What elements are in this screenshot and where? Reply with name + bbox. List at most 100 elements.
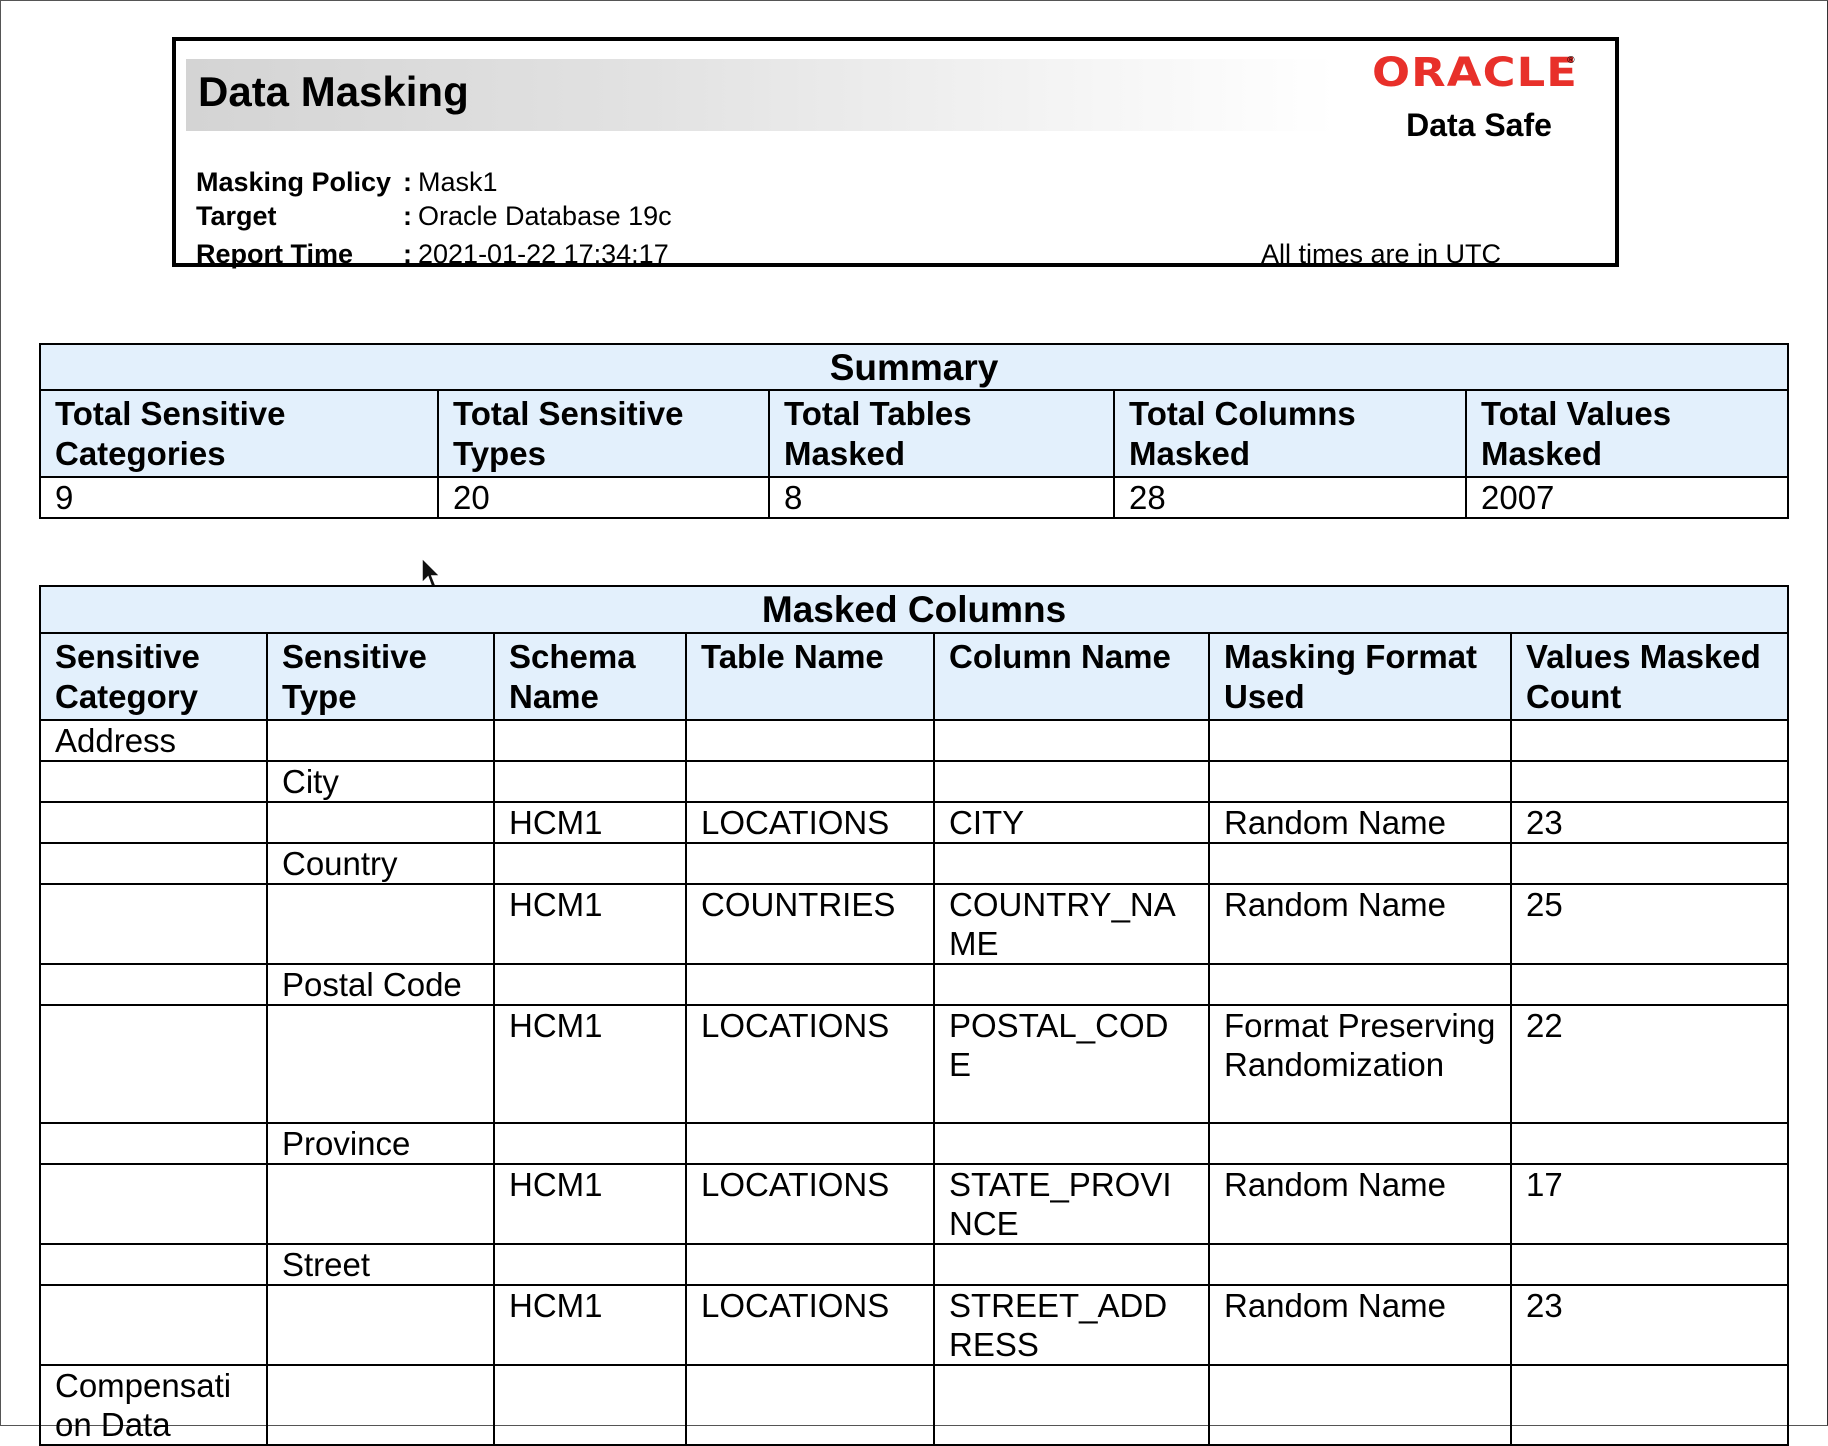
summary-value: 28 <box>1113 476 1467 519</box>
table-cell <box>266 1163 495 1245</box>
table-cell <box>266 883 495 965</box>
meta-separator: : <box>403 167 412 197</box>
table-cell <box>266 801 495 844</box>
table-cell <box>1208 1122 1512 1165</box>
table-cell: Country <box>266 842 495 885</box>
table-cell: 25 <box>1509 883 1790 965</box>
masked-columns-caption: Masked Columns <box>38 585 1790 634</box>
table-cell: Random Name <box>1208 1163 1512 1245</box>
table-cell <box>493 1243 687 1286</box>
table-cell <box>685 719 935 762</box>
table-cell: HCM1 <box>493 1284 687 1366</box>
table-cell <box>1509 719 1790 762</box>
table-row: Postal Code <box>39 963 1790 1006</box>
column-header: Sensitive Type <box>266 632 495 721</box>
table-row: City <box>39 760 1790 803</box>
table-cell: COUNTRIES <box>685 883 935 965</box>
table-cell <box>933 760 1210 803</box>
oracle-wordmark: ORACLE <box>1372 50 1579 96</box>
table-cell <box>933 963 1210 1006</box>
table-cell: Postal Code <box>266 963 495 1006</box>
table-cell <box>266 1004 495 1124</box>
table-cell: 22 <box>1509 1004 1790 1124</box>
table-cell <box>39 1163 268 1245</box>
table-cell: City <box>266 760 495 803</box>
meta-label: Target <box>196 201 277 231</box>
summary-value: 8 <box>768 476 1115 519</box>
table-cell: Random Name <box>1208 1284 1512 1366</box>
meta-value: 2021-01-22 17:34:17 <box>418 239 669 269</box>
oracle-logo: ORACLE® Data Safe <box>1359 53 1599 141</box>
table-cell: 23 <box>1509 1284 1790 1366</box>
table-cell: Random Name <box>1208 883 1512 965</box>
summary-value: 9 <box>39 476 439 519</box>
table-cell <box>493 842 687 885</box>
table-cell: HCM1 <box>493 1163 687 1245</box>
table-cell <box>39 842 268 885</box>
table-cell <box>685 760 935 803</box>
table-cell: COUNTRY_NA ME <box>933 883 1210 965</box>
table-cell <box>933 1364 1210 1446</box>
column-header: Masking Format Used <box>1208 632 1512 721</box>
table-cell <box>493 1364 687 1446</box>
table-cell <box>1509 1364 1790 1446</box>
table-cell <box>685 1364 935 1446</box>
table-cell <box>493 719 687 762</box>
table-cell: STATE_PROVI NCE <box>933 1163 1210 1245</box>
column-header: Schema Name <box>493 632 687 721</box>
table-row: HCM1 LOCATIONS STREET_ADD RESS Random Na… <box>39 1284 1790 1366</box>
table-cell: LOCATIONS <box>685 1163 935 1245</box>
summary-value: 20 <box>437 476 770 519</box>
table-cell: 17 <box>1509 1163 1790 1245</box>
table-cell: HCM1 <box>493 801 687 844</box>
table-cell <box>933 1243 1210 1286</box>
table-cell: Address <box>39 719 268 762</box>
table-cell <box>493 760 687 803</box>
table-cell <box>1208 963 1512 1006</box>
summary-header: Total Columns Masked <box>1113 389 1467 478</box>
table-cell <box>685 963 935 1006</box>
masked-columns-table: Masked Columns Sensitive Category Sensit… <box>38 585 1790 1446</box>
table-row: HCM1 LOCATIONS POSTAL_COD E Format Prese… <box>39 1004 1790 1124</box>
table-cell <box>1208 1364 1512 1446</box>
column-header: Values Masked Count <box>1509 632 1790 721</box>
report-header: Data Masking ORACLE® Data Safe Masking P… <box>172 37 1619 269</box>
table-row: HCM1 LOCATIONS CITY Random Name 23 <box>39 801 1790 844</box>
table-cell <box>1509 760 1790 803</box>
table-cell: 23 <box>1509 801 1790 844</box>
table-row: HCM1 COUNTRIES COUNTRY_NA ME Random Name… <box>39 883 1790 965</box>
table-cell <box>933 842 1210 885</box>
summary-header: Total Tables Masked <box>768 389 1115 478</box>
table-cell <box>39 1284 268 1366</box>
table-cell: LOCATIONS <box>685 801 935 844</box>
timezone-note: All times are in UTC <box>1261 239 1502 269</box>
table-cell <box>1509 963 1790 1006</box>
meta-separator: : <box>403 201 412 231</box>
meta-value: Oracle Database 19c <box>418 201 672 231</box>
summary-header: Total Sensitive Categories <box>39 389 439 478</box>
table-cell: Format Preserving Randomization <box>1208 1004 1512 1124</box>
table-cell <box>1509 1122 1790 1165</box>
meta-label: Report Time <box>196 239 354 269</box>
column-header: Table Name <box>685 632 935 721</box>
table-cell: POSTAL_COD E <box>933 1004 1210 1124</box>
table-cell <box>685 1122 935 1165</box>
report-title: Data Masking <box>198 68 469 115</box>
table-cell <box>493 1122 687 1165</box>
table-cell: Province <box>266 1122 495 1165</box>
table-cell <box>39 883 268 965</box>
product-name: Data Safe <box>1406 107 1552 143</box>
table-cell <box>933 719 1210 762</box>
table-cell <box>1208 1243 1512 1286</box>
table-row: Compensati on Data <box>39 1364 1790 1446</box>
table-cell <box>1509 842 1790 885</box>
table-cell <box>39 963 268 1006</box>
summary-caption: Summary <box>38 343 1790 391</box>
meta-separator: : <box>403 239 412 269</box>
table-cell: CITY <box>933 801 1210 844</box>
summary-header: Total Values Masked <box>1464 389 1790 478</box>
table-cell <box>266 1364 495 1446</box>
table-cell <box>39 760 268 803</box>
table-cell: LOCATIONS <box>685 1284 935 1366</box>
table-cell <box>39 1004 268 1124</box>
